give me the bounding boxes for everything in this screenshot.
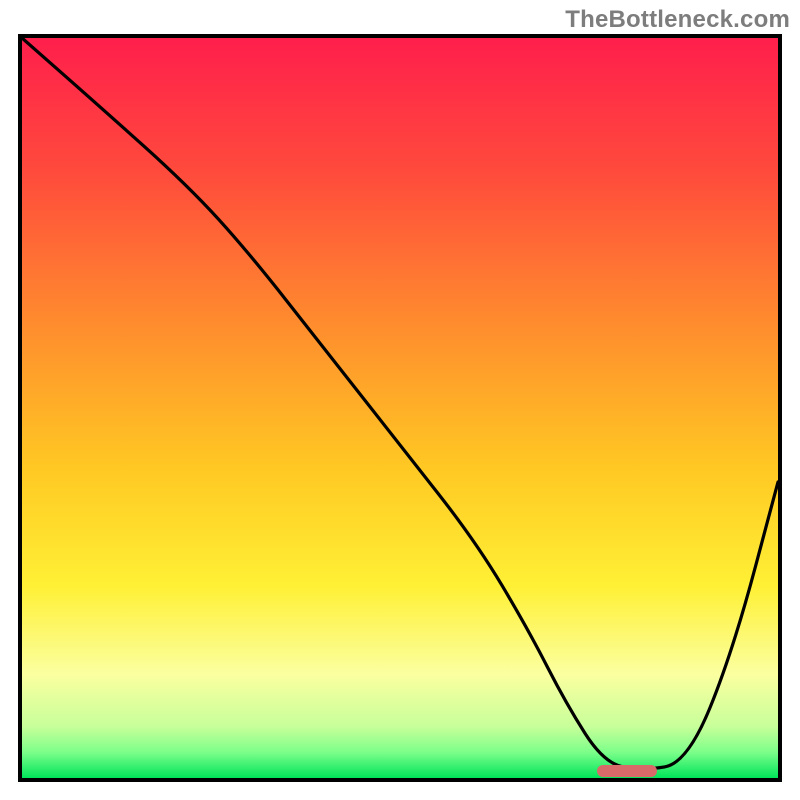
optimal-range-marker bbox=[597, 765, 657, 777]
watermark-text: TheBottleneck.com bbox=[565, 6, 790, 34]
bottleneck-curve bbox=[22, 38, 778, 769]
curve-layer bbox=[22, 38, 778, 778]
plot-frame bbox=[18, 34, 782, 782]
